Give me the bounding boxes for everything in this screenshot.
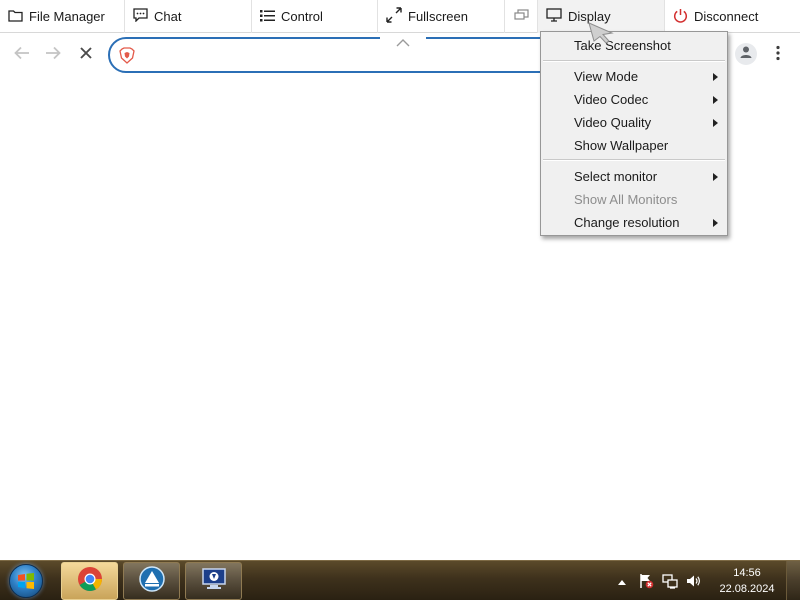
folder-icon — [8, 9, 23, 25]
multi-monitor-button[interactable] — [505, 0, 538, 33]
menu-item-video-quality[interactable]: Video Quality — [541, 111, 727, 134]
menu-item-label: Show Wallpaper — [574, 138, 669, 153]
show-hidden-icons-button[interactable] — [614, 573, 630, 589]
forward-button[interactable] — [42, 44, 64, 66]
start-button[interactable] — [6, 562, 46, 600]
clock-date: 22.08.2024 — [719, 583, 775, 595]
monitor-icon — [546, 8, 562, 25]
display-menu: Take Screenshot View Mode Video Codec Vi… — [540, 31, 728, 236]
submenu-arrow-icon — [713, 119, 718, 127]
fullscreen-button[interactable]: Fullscreen — [378, 0, 505, 33]
menu-item-show-wallpaper[interactable]: Show Wallpaper — [541, 134, 727, 157]
menu-item-label: View Mode — [574, 69, 639, 84]
action-center-icon[interactable] — [638, 573, 654, 589]
taskbar-app-remote[interactable] — [185, 562, 242, 600]
close-icon — [79, 46, 93, 65]
chat-button[interactable]: Chat — [125, 0, 252, 33]
system-clock[interactable]: 14:56 22.08.2024 — [713, 565, 781, 597]
menu-item-change-resolution[interactable]: Change resolution — [541, 211, 727, 234]
arrow-left-icon — [14, 46, 30, 65]
list-icon — [260, 9, 275, 25]
chat-icon — [133, 8, 148, 25]
mouse-cursor-icon — [588, 22, 614, 49]
collapse-toolbar-button[interactable] — [380, 33, 426, 53]
stop-loading-button[interactable] — [75, 44, 97, 66]
chevron-up-icon — [396, 34, 410, 52]
brave-shield-icon[interactable] — [119, 47, 135, 69]
show-desktop-button[interactable] — [786, 561, 800, 600]
menu-item-label: Video Quality — [574, 115, 652, 130]
taskbar-app-chrome[interactable] — [61, 562, 118, 600]
control-button[interactable]: Control — [252, 0, 378, 33]
menu-item-select-monitor[interactable]: Select monitor — [541, 165, 727, 188]
menu-item-label: Select monitor — [574, 169, 658, 184]
menu-item-label: Video Codec — [574, 92, 649, 107]
disconnect-button[interactable]: Disconnect — [665, 0, 800, 33]
chat-label: Chat — [154, 9, 182, 24]
network-icon[interactable] — [662, 573, 678, 589]
chrome-icon — [76, 565, 104, 598]
windows-logo-icon — [9, 564, 43, 598]
profile-button[interactable] — [735, 43, 757, 65]
submenu-arrow-icon — [713, 96, 718, 104]
chevron-up-icon — [618, 572, 626, 590]
volume-icon[interactable] — [686, 573, 702, 589]
update-icon — [138, 565, 166, 598]
menu-item-label: Show All Monitors — [574, 192, 678, 207]
menu-item-label: Change resolution — [574, 215, 680, 230]
arrow-right-icon — [45, 46, 61, 65]
fullscreen-label: Fullscreen — [408, 9, 468, 24]
monitors-icon — [514, 9, 529, 24]
menu-item-view-mode[interactable]: View Mode — [541, 65, 727, 88]
clock-time: 14:56 — [733, 567, 761, 579]
control-label: Control — [281, 9, 323, 24]
menu-separator — [543, 159, 725, 161]
file-manager-label: File Manager — [29, 9, 105, 24]
menu-item-show-all-monitors: Show All Monitors — [541, 188, 727, 211]
browser-menu-button[interactable] — [770, 44, 786, 66]
disconnect-label: Disconnect — [694, 9, 759, 24]
file-manager-button[interactable]: File Manager — [0, 0, 125, 33]
power-icon — [673, 8, 688, 26]
expand-icon — [386, 7, 402, 26]
person-icon — [739, 45, 753, 64]
screen: File Manager Chat Control Fullscreen Dis… — [0, 0, 800, 600]
menu-item-video-codec[interactable]: Video Codec — [541, 88, 727, 111]
submenu-arrow-icon — [713, 73, 718, 81]
menu-item-take-screenshot[interactable]: Take Screenshot — [541, 34, 727, 57]
menu-separator — [543, 60, 725, 62]
more-vert-icon — [776, 45, 780, 66]
remote-desktop-icon — [200, 566, 228, 597]
remote-toolbar: File Manager Chat Control Fullscreen Dis… — [0, 0, 800, 33]
submenu-arrow-icon — [713, 219, 718, 227]
taskbar-app-update[interactable] — [123, 562, 180, 600]
taskbar: 14:56 22.08.2024 — [0, 560, 800, 600]
back-button[interactable] — [11, 44, 33, 66]
submenu-arrow-icon — [713, 173, 718, 181]
